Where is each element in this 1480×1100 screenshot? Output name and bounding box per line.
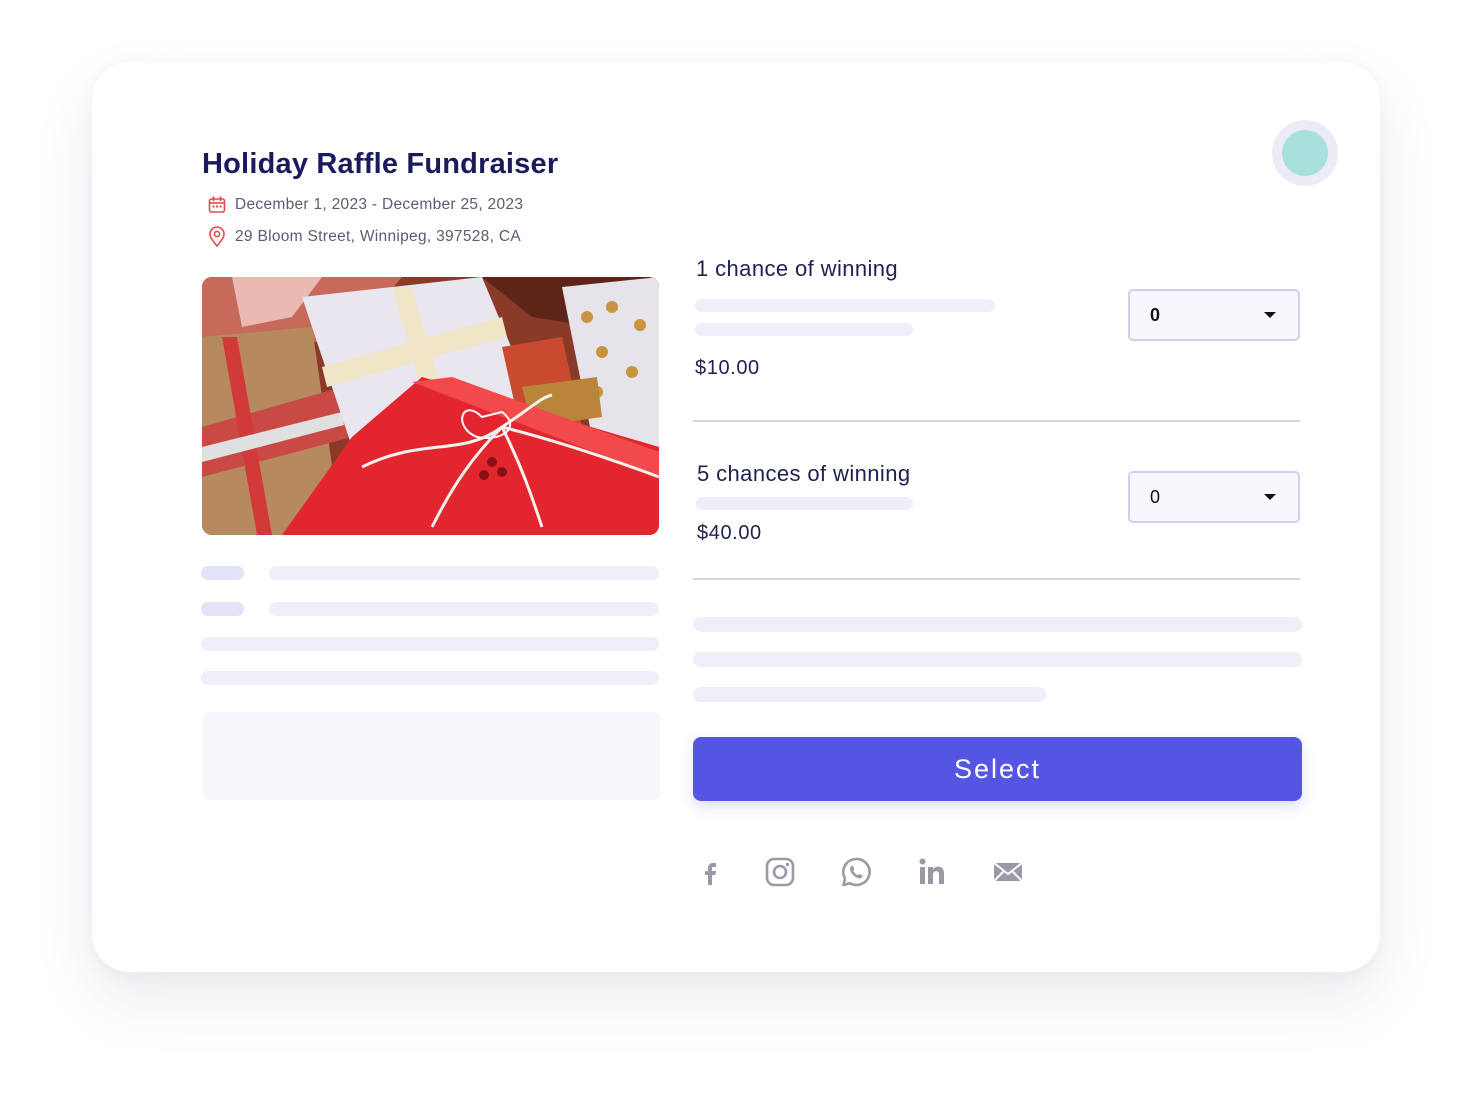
placeholder-badge (201, 566, 244, 580)
placeholder-line (695, 323, 913, 336)
placeholder-line (269, 566, 659, 580)
event-dates-text: December 1, 2023 - December 25, 2023 (235, 196, 524, 213)
select-button[interactable]: Select (693, 737, 1302, 801)
tier-2-quantity-value: 0 (1150, 486, 1161, 507)
location-pin-icon (209, 226, 225, 248)
placeholder-badge (201, 602, 244, 616)
tier-1-name: 1 chance of winning (696, 256, 899, 281)
event-dates: December 1, 2023 - December 25, 2023 (207, 195, 523, 215)
tier-1-price: $10.00 (695, 357, 760, 379)
avatar[interactable] (1272, 120, 1338, 186)
placeholder-line (696, 497, 913, 510)
tier-1-quantity-select[interactable]: 0 (1128, 289, 1300, 341)
event-location-text: 29 Bloom Street, Winnipeg, 397528, CA (235, 228, 521, 245)
whatsapp-icon[interactable] (836, 852, 876, 892)
chevron-down-icon (1264, 494, 1276, 500)
linkedin-icon[interactable] (912, 852, 952, 892)
event-title: Holiday Raffle Fundraiser (202, 148, 559, 180)
event-image (202, 277, 659, 535)
placeholder-line (693, 617, 1302, 632)
placeholder-line (693, 687, 1046, 702)
calendar-icon (208, 196, 226, 213)
email-icon[interactable] (988, 852, 1028, 892)
tier-2-name: 5 chances of winning (697, 461, 911, 486)
placeholder-line (693, 652, 1302, 667)
tier-2-quantity-select[interactable]: 0 (1128, 471, 1300, 523)
instagram-icon[interactable] (760, 852, 800, 892)
event-location: 29 Bloom Street, Winnipeg, 397528, CA (207, 226, 521, 248)
facebook-icon[interactable] (690, 852, 730, 892)
tier-1-quantity-value: 0 (1150, 304, 1161, 325)
chevron-down-icon (1264, 312, 1276, 318)
placeholder-line (695, 299, 995, 312)
tier-2-price: $40.00 (697, 522, 762, 544)
placeholder-block (203, 712, 660, 800)
placeholder-line (201, 637, 659, 651)
placeholder-line (269, 602, 659, 616)
divider (693, 578, 1300, 580)
divider (693, 420, 1300, 422)
gift-boxes-illustration (202, 277, 659, 535)
placeholder-line (201, 671, 659, 685)
